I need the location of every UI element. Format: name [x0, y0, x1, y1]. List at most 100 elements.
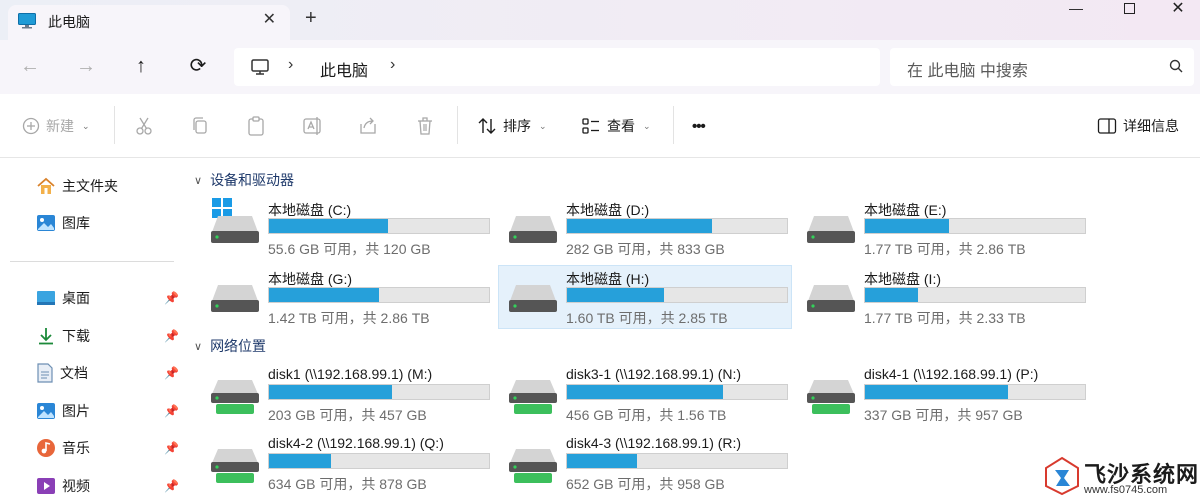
sidebar-item-videos[interactable]: 视频 — [36, 474, 90, 498]
close-window-button[interactable]: ✕ — [1155, 0, 1200, 17]
drive-item[interactable]: 本地磁盘 (E:) 1.77 TB 可用，共 2.86 TB — [796, 196, 1090, 260]
network-drive-icon — [508, 378, 558, 419]
back-button[interactable]: ← — [18, 54, 42, 78]
sidebar-item-downloads[interactable]: 下载 — [36, 324, 90, 348]
drive-capacity: 1.60 TB 可用，共 2.85 TB — [566, 310, 728, 326]
more-options-button[interactable]: ••• — [692, 114, 706, 138]
pin-icon[interactable]: 📌 — [164, 441, 179, 455]
hard-drive-icon — [806, 283, 856, 316]
delete-button[interactable] — [415, 114, 435, 138]
share-button[interactable] — [358, 114, 378, 138]
sidebar-item-music[interactable]: 音乐 — [36, 436, 90, 460]
forward-button[interactable]: → — [74, 54, 98, 78]
hard-drive-icon — [210, 283, 260, 316]
sidebar-item-pictures[interactable]: 图片 — [36, 399, 90, 423]
sidebar-item-gallery[interactable]: 图库 — [36, 211, 90, 235]
tab-close-icon[interactable]: ✕ — [263, 9, 276, 29]
pin-icon[interactable]: 📌 — [164, 479, 179, 493]
desktop-icon — [37, 291, 55, 305]
pin-icon[interactable]: 📌 — [164, 291, 179, 305]
drive-usage-bar — [566, 218, 788, 234]
section-devices[interactable]: ∨ 设备和驱动器 — [194, 170, 294, 190]
chevron-down-icon: ⌄ — [643, 120, 651, 131]
tab-this-pc[interactable]: 此电脑 ✕ — [8, 5, 290, 40]
view-label: 查看 — [607, 118, 635, 134]
maximize-button[interactable] — [1106, 0, 1152, 18]
details-pane-button[interactable]: 详细信息 — [1097, 114, 1179, 138]
breadcrumb-this-pc[interactable]: 此电脑 — [320, 57, 368, 81]
network-drive-icon — [508, 447, 558, 488]
section-network[interactable]: ∨ 网络位置 — [194, 336, 266, 356]
network-drive-item[interactable]: disk4-1 (\\192.168.99.1) (P:) 337 GB 可用，… — [796, 362, 1090, 426]
pin-icon[interactable]: 📌 — [164, 366, 179, 380]
search-icon[interactable] — [1168, 58, 1184, 77]
network-drive-item[interactable]: disk1 (\\192.168.99.1) (M:) 203 GB 可用，共 … — [200, 362, 494, 426]
network-drive-item[interactable]: disk3-1 (\\192.168.99.1) (N:) 456 GB 可用，… — [498, 362, 792, 426]
document-icon — [37, 363, 53, 383]
address-bar[interactable]: › 此电脑 › — [234, 48, 880, 86]
sidebar-divider — [10, 261, 174, 262]
search-input[interactable]: 在 此电脑 中搜索 — [890, 48, 1194, 86]
drive-usage-fill — [269, 454, 331, 468]
sidebar-item-label: 音乐 — [62, 440, 90, 456]
drive-item[interactable]: 本地磁盘 (C:) 55.6 GB 可用，共 120 GB — [200, 196, 494, 260]
up-button[interactable]: ↑ — [129, 54, 153, 78]
divider — [114, 106, 115, 144]
drive-item-selected[interactable]: 本地磁盘 (H:) 1.60 TB 可用，共 2.85 TB — [498, 265, 792, 329]
divider — [457, 106, 458, 144]
tab-title: 此电脑 — [48, 14, 90, 30]
pin-icon[interactable]: 📌 — [164, 404, 179, 418]
plus-circle-icon — [22, 117, 40, 135]
drive-usage-bar — [268, 287, 490, 303]
rename-icon — [303, 117, 321, 135]
section-title: 网络位置 — [210, 338, 267, 354]
breadcrumb-chevron-icon[interactable]: › — [390, 56, 395, 74]
drive-name: disk4-1 (\\192.168.99.1) (P:) — [864, 366, 1039, 382]
drive-name: disk1 (\\192.168.99.1) (M:) — [268, 366, 433, 382]
chevron-down-icon: ⌄ — [82, 120, 90, 131]
pictures-icon — [37, 403, 55, 419]
drive-usage-fill — [269, 288, 379, 302]
monitor-outline-icon — [250, 57, 270, 80]
details-pane-icon — [1097, 118, 1117, 134]
sort-button[interactable]: 排序 ⌄ — [477, 114, 547, 138]
sidebar-item-desktop[interactable]: 桌面 — [36, 286, 90, 310]
drive-usage-bar — [864, 218, 1086, 234]
sidebar-item-home[interactable]: 主文件夹 — [36, 174, 118, 198]
drive-capacity: 456 GB 可用，共 1.56 TB — [566, 407, 727, 423]
drive-name: 本地磁盘 (E:) — [864, 202, 947, 218]
drive-item[interactable]: 本地磁盘 (D:) 282 GB 可用，共 833 GB — [498, 196, 792, 260]
drive-name: 本地磁盘 (I:) — [864, 271, 941, 287]
cut-button[interactable] — [134, 114, 154, 138]
minimize-button[interactable]: — — [1053, 0, 1099, 18]
new-tab-button[interactable]: + — [305, 7, 317, 30]
view-button[interactable]: 查看 ⌄ — [581, 114, 651, 138]
details-label: 详细信息 — [1123, 118, 1179, 134]
rename-button[interactable] — [302, 114, 324, 138]
sidebar-item-label: 下载 — [62, 328, 90, 344]
breadcrumb-chevron-icon[interactable]: › — [288, 56, 293, 74]
pin-icon[interactable]: 📌 — [164, 329, 179, 343]
drive-name: 本地磁盘 (D:) — [566, 202, 650, 218]
watermark: 飞沙系统网 www.fs0745.com — [1040, 450, 1200, 501]
new-button[interactable]: 新建 ⌄ — [22, 114, 90, 138]
drive-usage-fill — [865, 219, 949, 233]
drive-item[interactable]: 本地磁盘 (G:) 1.42 TB 可用，共 2.86 TB — [200, 265, 494, 329]
network-drive-icon — [806, 378, 856, 419]
section-title: 设备和驱动器 — [210, 172, 295, 188]
drive-usage-bar — [864, 384, 1086, 400]
copy-button[interactable] — [190, 114, 210, 138]
drive-capacity: 652 GB 可用，共 958 GB — [566, 476, 725, 492]
refresh-button[interactable]: ⟳ — [186, 54, 210, 78]
network-drive-item[interactable]: disk4-3 (\\192.168.99.1) (R:) 652 GB 可用，… — [498, 431, 792, 495]
sidebar-item-label: 视频 — [62, 478, 90, 494]
sidebar-item-documents[interactable]: 文档 — [36, 361, 88, 385]
sort-icon — [478, 118, 496, 134]
network-drive-item[interactable]: disk4-2 (\\192.168.99.1) (Q:) 634 GB 可用，… — [200, 431, 494, 495]
drive-item[interactable]: 本地磁盘 (I:) 1.77 TB 可用，共 2.33 TB — [796, 265, 1090, 329]
hard-drive-icon — [508, 283, 558, 316]
network-drive-icon — [210, 447, 260, 488]
drive-name: 本地磁盘 (C:) — [268, 202, 352, 218]
drive-capacity: 282 GB 可用，共 833 GB — [566, 241, 725, 257]
paste-button[interactable] — [246, 114, 266, 138]
